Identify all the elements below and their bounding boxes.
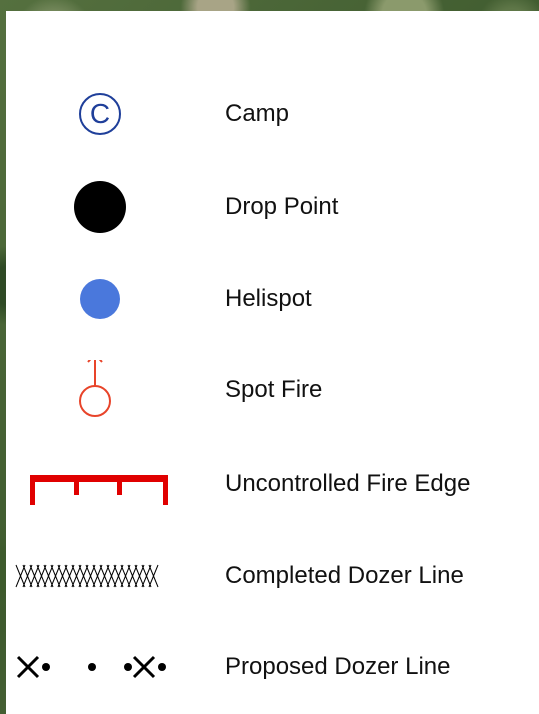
legend-label-completed-dozer-line: Completed Dozer Line <box>225 562 464 589</box>
helispot-icon <box>6 269 196 329</box>
legend-label-spot-fire: Spot Fire <box>225 376 323 403</box>
legend-item-uncontrolled-fire-edge: Uncontrolled Fire Edge <box>6 454 539 514</box>
legend-item-drop-point: Drop Point <box>6 177 539 237</box>
svg-text:C: C <box>90 98 110 129</box>
legend-label-proposed-dozer-line: Proposed Dozer Line <box>225 653 451 680</box>
legend-item-completed-dozer-line: Completed Dozer Line <box>6 546 539 606</box>
legend-label-helispot: Helispot <box>225 285 312 312</box>
completed-dozer-line-icon <box>6 546 196 606</box>
legend-label-drop-point: Drop Point <box>225 193 339 220</box>
legend-label-uncontrolled-fire-edge: Uncontrolled Fire Edge <box>225 470 471 497</box>
uncontrolled-fire-edge-icon <box>6 454 196 514</box>
legend-item-camp: C Camp <box>6 84 539 144</box>
legend-item-helispot: Helispot <box>6 269 539 329</box>
legend-item-proposed-dozer-line: Proposed Dozer Line <box>6 637 539 697</box>
legend-label-camp: Camp <box>225 100 290 127</box>
spot-fire-icon <box>6 360 196 420</box>
proposed-dozer-line-icon <box>6 637 196 697</box>
legend-item-spot-fire: Spot Fire <box>6 360 539 420</box>
drop-point-icon <box>6 177 196 237</box>
camp-icon: C <box>6 84 196 144</box>
map-legend: C Camp Drop Point Helispot Spot Fire Unc… <box>6 11 539 714</box>
